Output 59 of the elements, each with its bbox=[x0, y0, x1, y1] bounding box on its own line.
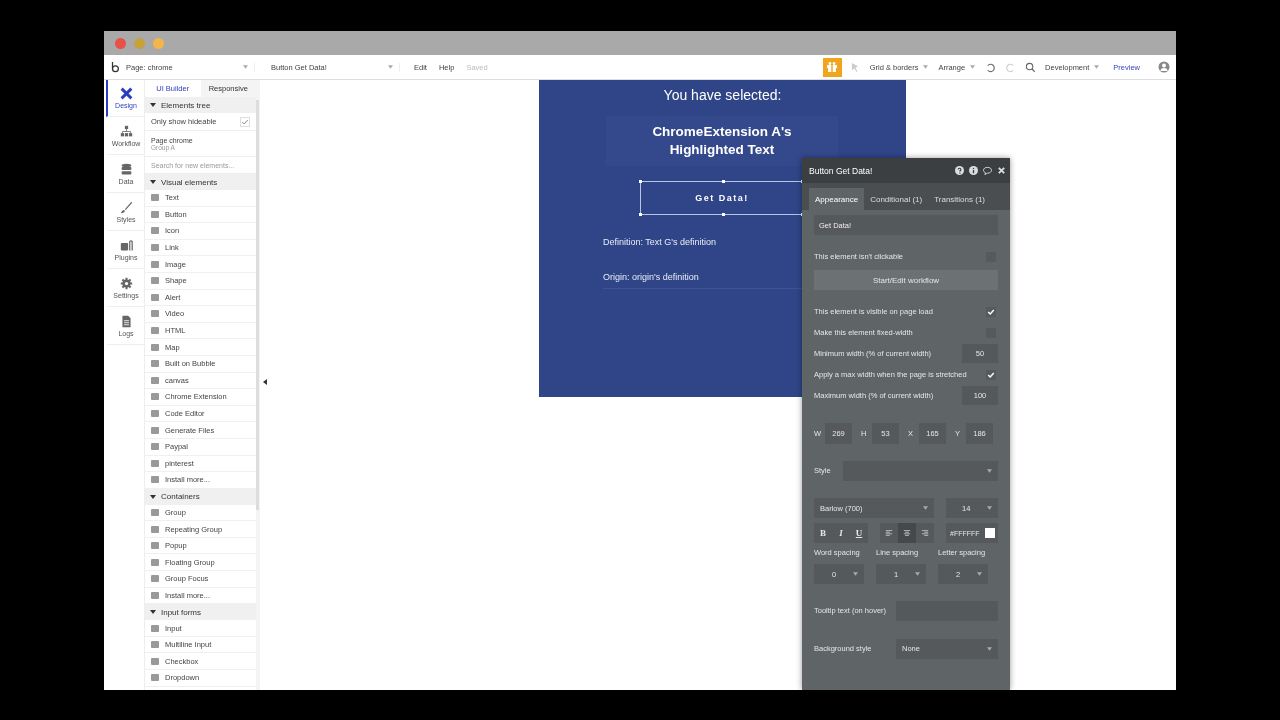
undo-icon[interactable] bbox=[985, 61, 997, 73]
triangle-icon bbox=[150, 493, 156, 500]
user-avatar-icon[interactable] bbox=[1158, 61, 1170, 73]
database-icon bbox=[119, 163, 133, 176]
info-icon[interactable] bbox=[969, 166, 978, 175]
caret-icon bbox=[923, 65, 929, 69]
workflow-button[interactable]: Start/Edit workflow bbox=[814, 270, 998, 290]
text-line: Definition: Text G's definition bbox=[603, 237, 718, 247]
scrollbar-thumb[interactable] bbox=[256, 100, 259, 510]
caret-icon bbox=[915, 572, 920, 576]
panel-tab[interactable]: Conditional (1) bbox=[864, 188, 929, 210]
close-icon[interactable] bbox=[997, 166, 1006, 175]
caret-icon bbox=[388, 65, 393, 69]
caret-icon bbox=[1094, 65, 1100, 69]
hierarchy-icon bbox=[119, 125, 133, 138]
section-header[interactable]: Input forms bbox=[145, 604, 256, 621]
help-icon[interactable] bbox=[955, 166, 964, 175]
caret-icon bbox=[977, 572, 982, 576]
cross-icon bbox=[119, 87, 133, 100]
search-icon[interactable] bbox=[1025, 61, 1037, 73]
text-align-icon bbox=[885, 529, 893, 537]
checkbox[interactable] bbox=[240, 116, 250, 127]
cursor-icon[interactable] bbox=[849, 61, 861, 73]
text-align-icon bbox=[921, 529, 929, 537]
caret-icon bbox=[970, 65, 976, 69]
triangle-icon bbox=[150, 179, 156, 185]
format-button[interactable]: B bbox=[814, 523, 832, 543]
brush-icon bbox=[119, 201, 133, 214]
logo-icon[interactable] bbox=[110, 61, 120, 73]
caret-icon bbox=[987, 506, 992, 510]
section-header[interactable]: Elements tree bbox=[145, 97, 256, 113]
caret-icon bbox=[853, 572, 858, 576]
checkbox[interactable] bbox=[986, 369, 996, 380]
panel-tab[interactable]: Transitions (1) bbox=[928, 188, 991, 210]
text-align-icon bbox=[903, 529, 911, 537]
section-header[interactable]: Visual elements bbox=[145, 174, 256, 190]
format-button[interactable]: I bbox=[832, 523, 850, 543]
format-button[interactable]: U bbox=[850, 523, 868, 543]
triangle-icon bbox=[150, 609, 156, 616]
gift-button[interactable] bbox=[822, 57, 842, 77]
color-swatch[interactable] bbox=[985, 528, 995, 538]
checkbox[interactable] bbox=[986, 306, 996, 317]
panel-tab[interactable]: Appearance bbox=[809, 188, 865, 210]
caret-icon bbox=[243, 65, 248, 69]
document-icon bbox=[119, 315, 133, 328]
align-button[interactable] bbox=[898, 523, 916, 543]
caret-icon bbox=[987, 468, 992, 473]
collapse-icon[interactable] bbox=[262, 379, 267, 385]
caret-icon bbox=[987, 646, 992, 651]
triangle-icon bbox=[150, 102, 156, 108]
heading: You have selected: bbox=[662, 87, 783, 103]
gift-icon bbox=[826, 61, 839, 73]
plug-icon bbox=[119, 239, 133, 252]
panel-title: Button Get Data! bbox=[809, 165, 874, 176]
caret-icon bbox=[923, 506, 928, 510]
close-window-icon[interactable] bbox=[115, 37, 126, 49]
settings-icon bbox=[119, 277, 133, 290]
comment-icon[interactable] bbox=[983, 166, 992, 175]
highlight-text: ChromeExtension A's Highlighted Text bbox=[606, 116, 838, 166]
